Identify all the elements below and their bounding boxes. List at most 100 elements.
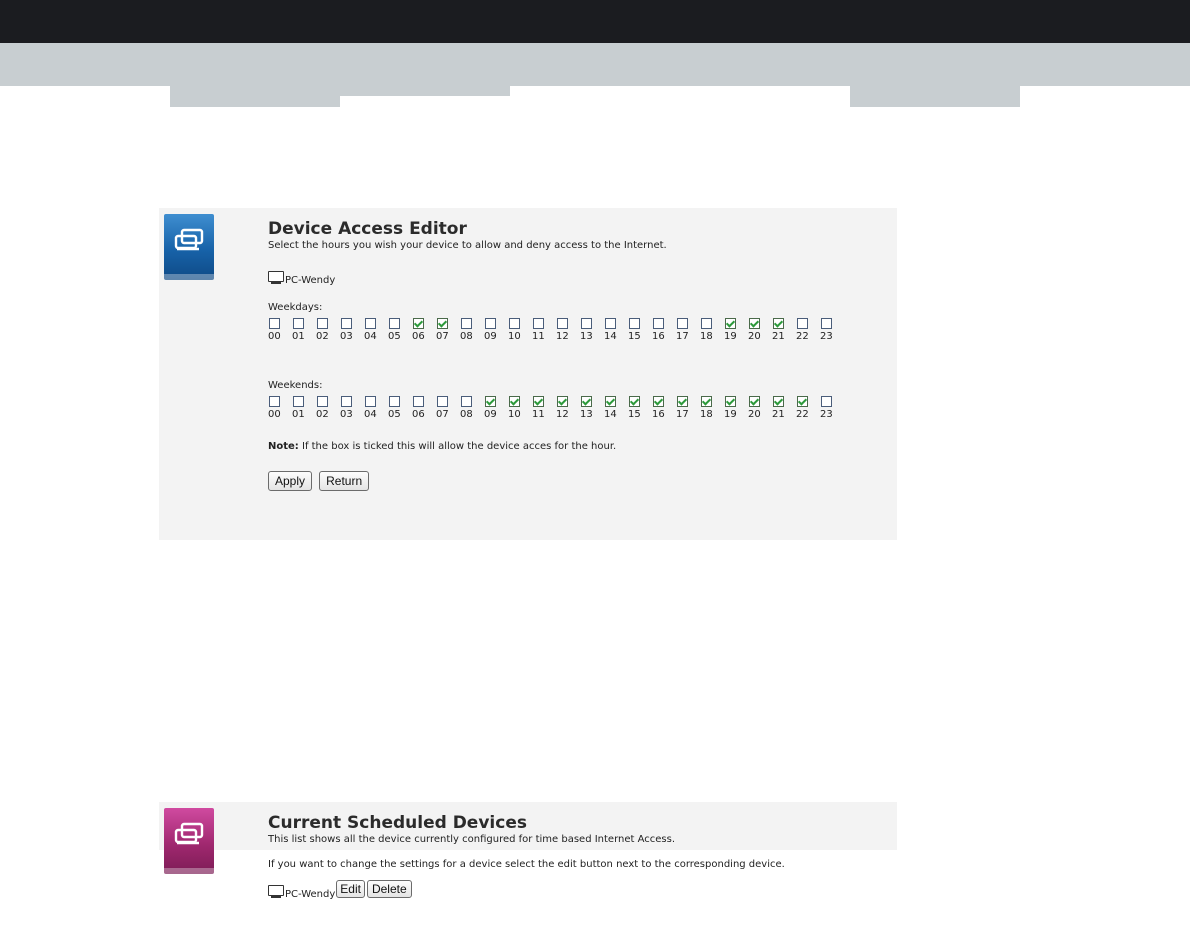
weekend-hour-label: 04 — [364, 409, 377, 420]
edit-button[interactable]: Edit — [336, 880, 365, 898]
note-label: Note: — [268, 441, 299, 452]
weekday-hour-label: 14 — [604, 331, 617, 342]
weekend-hour-checkbox[interactable] — [341, 396, 352, 407]
weekday-hour-label: 00 — [268, 331, 281, 342]
weekend-hour-label: 21 — [772, 409, 785, 420]
top-header-bar — [0, 0, 1190, 43]
weekend-hour-checkbox[interactable] — [533, 396, 544, 407]
weekend-hour-label: 12 — [556, 409, 569, 420]
weekend-hour-checkbox[interactable] — [317, 396, 328, 407]
weekend-hour-label: 08 — [460, 409, 473, 420]
device-access-editor-panel: Device Access Editor Select the hours yo… — [159, 208, 897, 540]
weekend-hour-label: 16 — [652, 409, 665, 420]
panel-title: Current Scheduled Devices — [268, 813, 527, 833]
delete-button[interactable]: Delete — [366, 880, 412, 898]
weekday-hour-label: 23 — [820, 331, 833, 342]
weekend-hour-checkbox[interactable] — [581, 396, 592, 407]
weekend-hour-checkbox[interactable] — [269, 396, 280, 407]
weekend-hour-checkbox[interactable] — [629, 396, 640, 407]
weekdays-hour-labels: 00 01 02 03 04 05 06 07 08 09 10 11 12 13 14 15 16 17 18 19… — [268, 329, 887, 343]
weekend-hour-checkbox[interactable] — [821, 396, 832, 407]
weekday-hour-checkbox[interactable] — [533, 318, 544, 329]
weekday-hour-checkbox[interactable] — [293, 318, 304, 329]
apply-button[interactable]: Apply — [268, 471, 313, 491]
device-row: PC-Wendy — [268, 271, 887, 286]
weekend-hour-checkbox[interactable] — [653, 396, 664, 407]
weekend-hour-checkbox[interactable] — [557, 396, 568, 407]
weekend-hour-checkbox[interactable] — [725, 396, 736, 407]
nav-tab-1[interactable] — [170, 86, 340, 107]
weekend-hour-checkbox[interactable] — [509, 396, 520, 407]
device-name: PC-Wendy — [285, 889, 336, 900]
panel-subtitle: This list shows all the device currently… — [268, 834, 676, 845]
weekday-hour-label: 22 — [796, 331, 809, 342]
weekday-hour-checkbox[interactable] — [437, 318, 448, 329]
panel-subtitle: Select the hours you wish your device to… — [268, 240, 667, 251]
scheduled-devices-icon — [164, 808, 214, 874]
weekday-hour-label: 07 — [436, 331, 449, 342]
weekday-hour-checkbox[interactable] — [701, 318, 712, 329]
nav-tab-2[interactable] — [340, 86, 510, 96]
weekday-hour-checkbox[interactable] — [725, 318, 736, 329]
weekend-hour-checkbox[interactable] — [797, 396, 808, 407]
weekend-hour-label: 14 — [604, 409, 617, 420]
weekend-hour-checkbox[interactable] — [701, 396, 712, 407]
weekend-hour-label: 00 — [268, 409, 281, 420]
computer-icon — [268, 885, 284, 898]
weekend-hour-checkbox[interactable] — [389, 396, 400, 407]
weekday-hour-checkbox[interactable] — [557, 318, 568, 329]
weekend-hour-label: 18 — [700, 409, 713, 420]
weekday-hour-checkbox[interactable] — [653, 318, 664, 329]
note-text: Note: If the box is ticked this will all… — [268, 440, 887, 453]
device-name: PC-Wendy — [285, 275, 336, 286]
weekday-hour-checkbox[interactable] — [389, 318, 400, 329]
weekday-hour-checkbox[interactable] — [821, 318, 832, 329]
weekend-hour-checkbox[interactable] — [677, 396, 688, 407]
weekend-hour-label: 15 — [628, 409, 641, 420]
weekday-hour-checkbox[interactable] — [365, 318, 376, 329]
weekend-hour-checkbox[interactable] — [365, 396, 376, 407]
weekday-hour-label: 02 — [316, 331, 329, 342]
weekend-hour-label: 10 — [508, 409, 521, 420]
weekend-hour-checkbox[interactable] — [293, 396, 304, 407]
weekend-hour-label: 11 — [532, 409, 545, 420]
weekday-hour-label: 18 — [700, 331, 713, 342]
weekdays-label: Weekdays: — [268, 302, 323, 313]
weekday-hour-checkbox[interactable] — [581, 318, 592, 329]
navigation-bar — [0, 43, 1190, 86]
weekend-hour-label: 19 — [724, 409, 737, 420]
weekend-hour-checkbox[interactable] — [773, 396, 784, 407]
computer-icon — [268, 271, 284, 284]
return-button[interactable]: Return — [319, 471, 370, 491]
weekday-hour-checkbox[interactable] — [413, 318, 424, 329]
weekday-hour-checkbox[interactable] — [485, 318, 496, 329]
weekend-hour-label: 20 — [748, 409, 761, 420]
weekday-hour-checkbox[interactable] — [629, 318, 640, 329]
weekday-hour-label: 04 — [364, 331, 377, 342]
weekday-hour-checkbox[interactable] — [461, 318, 472, 329]
weekday-hour-checkbox[interactable] — [677, 318, 688, 329]
weekend-hour-checkbox[interactable] — [413, 396, 424, 407]
weekday-hour-label: 11 — [532, 331, 545, 342]
panel-instructions: If you want to change the settings for a… — [268, 859, 785, 870]
weekday-hour-label: 06 — [412, 331, 425, 342]
weekday-hour-checkbox[interactable] — [341, 318, 352, 329]
weekday-hour-checkbox[interactable] — [773, 318, 784, 329]
weekday-hour-checkbox[interactable] — [749, 318, 760, 329]
weekdays-checkbox-row — [268, 318, 887, 329]
nav-tab-3[interactable] — [850, 86, 1020, 107]
weekend-hour-checkbox[interactable] — [749, 396, 760, 407]
weekday-hour-checkbox[interactable] — [317, 318, 328, 329]
weekend-hour-checkbox[interactable] — [461, 396, 472, 407]
weekday-hour-checkbox[interactable] — [797, 318, 808, 329]
weekends-hour-labels: 00 01 02 03 04 05 06 07 08 09 10 11 12 13 14 15 16 17 18 19… — [268, 407, 887, 421]
weekend-hour-checkbox[interactable] — [437, 396, 448, 407]
weekend-hour-checkbox[interactable] — [605, 396, 616, 407]
weekend-hour-label: 17 — [676, 409, 689, 420]
weekday-hour-checkbox[interactable] — [509, 318, 520, 329]
weekday-hour-label: 09 — [484, 331, 497, 342]
weekday-hour-checkbox[interactable] — [269, 318, 280, 329]
weekday-hour-checkbox[interactable] — [605, 318, 616, 329]
weekend-hour-label: 03 — [340, 409, 353, 420]
weekend-hour-checkbox[interactable] — [485, 396, 496, 407]
